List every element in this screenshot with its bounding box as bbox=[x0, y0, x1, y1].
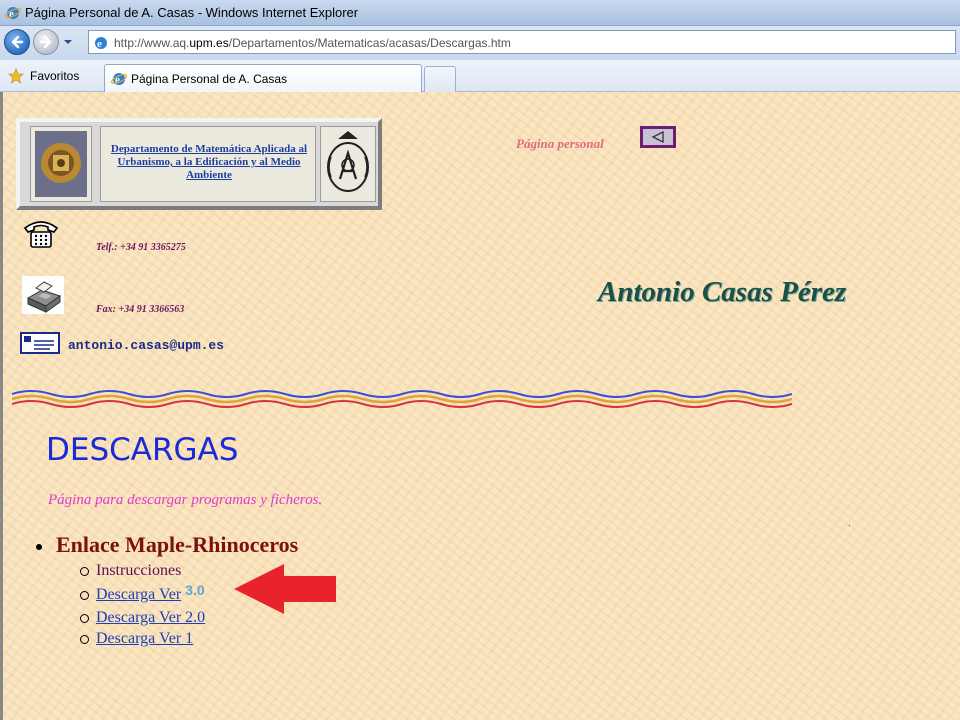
annotation-arrow-icon bbox=[234, 564, 336, 614]
instructions-item: Instrucciones bbox=[96, 562, 182, 579]
back-to-personal-button[interactable] bbox=[640, 126, 676, 148]
new-tab-button[interactable] bbox=[424, 66, 456, 92]
star-icon bbox=[8, 68, 24, 84]
triangle-left-icon bbox=[651, 131, 664, 143]
url-text: http://www.aq.upm.es/Departamentos/Matem… bbox=[114, 36, 511, 50]
department-cell: Departamento de Matemática Aplicada al U… bbox=[100, 126, 316, 202]
section-title: Enlace Maple-Rhinoceros bbox=[56, 532, 299, 557]
page-subtitle: Página para descargar programas y ficher… bbox=[48, 492, 323, 508]
internet-explorer-icon: e bbox=[5, 7, 21, 20]
back-button[interactable] bbox=[4, 29, 30, 55]
stray-dot: . bbox=[848, 518, 851, 529]
forward-button[interactable] bbox=[33, 29, 59, 55]
personal-page-label: Página personal bbox=[516, 136, 604, 151]
favorites-bar: Favoritos e Página Personal de A. Casas bbox=[0, 60, 960, 92]
window-title: Página Personal de A. Casas - Windows In… bbox=[25, 5, 359, 20]
decorative-divider bbox=[12, 390, 792, 408]
download-v2-link[interactable]: Descarga Ver 2.0 bbox=[96, 609, 205, 627]
tab-label: Página Personal de A. Casas bbox=[131, 72, 288, 86]
sub-bullet bbox=[80, 591, 89, 600]
owner-name: Antonio Casas Pérez bbox=[598, 276, 847, 308]
back-arrow-icon bbox=[11, 35, 24, 49]
download-v3-version: 3.0 bbox=[185, 582, 205, 598]
download-v3-link[interactable]: Descarga Ver 3.0 bbox=[96, 582, 205, 604]
sub-bullet bbox=[80, 567, 89, 576]
list-bullet bbox=[36, 544, 42, 550]
chevron-down-icon[interactable] bbox=[62, 36, 74, 48]
page-viewport: Departamento de Matemática Aplicada al U… bbox=[0, 92, 960, 720]
address-input[interactable]: e http://www.aq.upm.es/Departamentos/Mat… bbox=[88, 30, 956, 54]
emblem-icon bbox=[327, 131, 369, 192]
address-toolbar: e http://www.aq.upm.es/Departamentos/Mat… bbox=[0, 26, 960, 60]
telephone-icon bbox=[23, 221, 59, 248]
sub-bullet bbox=[80, 635, 89, 644]
page-icon: e bbox=[111, 73, 127, 86]
email-link[interactable]: antonio.casas@upm.es bbox=[68, 338, 224, 353]
department-link[interactable]: Departamento de Matemática Aplicada al U… bbox=[107, 143, 311, 182]
favorites-label: Favoritos bbox=[30, 69, 80, 83]
fax-icon bbox=[22, 276, 64, 314]
forward-arrow-icon bbox=[39, 35, 52, 49]
svg-text:e: e bbox=[97, 38, 102, 50]
page-title: DESCARGAS bbox=[46, 432, 239, 468]
download-v1-link[interactable]: Descarga Ver 1 bbox=[96, 630, 193, 648]
tab-page-personal[interactable]: e Página Personal de A. Casas bbox=[104, 64, 422, 92]
window-title-bar: e Página Personal de A. Casas - Windows … bbox=[0, 0, 960, 26]
department-header: Departamento de Matemática Aplicada al U… bbox=[16, 118, 382, 210]
coat-of-arms-icon bbox=[35, 131, 87, 197]
page-icon: e bbox=[95, 37, 107, 50]
university-logo bbox=[30, 126, 92, 202]
fax-number: Fax: +34 91 3366563 bbox=[96, 304, 185, 315]
frame-edge bbox=[0, 92, 3, 720]
school-emblem bbox=[320, 126, 376, 202]
phone-number: Telf.: +34 91 3365275 bbox=[96, 242, 186, 253]
sub-bullet bbox=[80, 614, 89, 623]
envelope-icon bbox=[20, 332, 60, 354]
